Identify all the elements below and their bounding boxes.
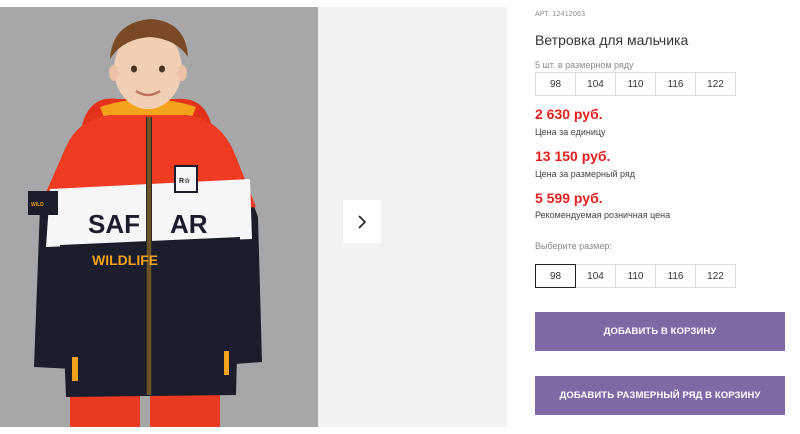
size-picker-label: Выберите размер: [535,241,612,251]
size-option-98[interactable]: 98 [535,264,576,288]
size-option-122[interactable]: 122 [695,264,736,288]
size-range-cell: 116 [655,72,696,96]
add-size-range-to-cart-button[interactable]: ДОБАВИТЬ РАЗМЕРНЫЙ РЯД В КОРЗИНУ [535,376,785,415]
size-range-caption: 5 шт. в размерном ряду [535,60,634,70]
gallery-next-button[interactable] [343,200,381,243]
chevron-right-icon [358,214,367,229]
product-info: АРТ. 12412063 Ветровка для мальчика 5 шт… [535,0,800,434]
product-gallery: SAF AR WILDLIFE R☆ WILD [0,7,507,427]
add-to-cart-button[interactable]: ДОБАВИТЬ В КОРЗИНУ [535,312,785,351]
size-range-cell: 98 [535,72,576,96]
svg-text:WILDLIFE: WILDLIFE [92,252,158,268]
unit-price-label: Цена за единицу [535,127,606,137]
svg-text:SAF: SAF [88,209,140,239]
size-picker: 98 104 110 116 122 [535,264,736,288]
size-option-104[interactable]: 104 [575,264,616,288]
size-option-116[interactable]: 116 [655,264,696,288]
range-price-label: Цена за размерный ряд [535,169,636,179]
product-sku: АРТ. 12412063 [535,11,586,18]
product-photo[interactable]: SAF AR WILDLIFE R☆ WILD [0,7,318,427]
range-price: 13 150 руб. [535,148,611,164]
svg-text:R☆: R☆ [179,177,191,185]
product-photo-illustration: SAF AR WILDLIFE R☆ WILD [0,7,318,427]
retail-price-label: Рекомендуемая розничная цена [535,210,671,220]
size-option-110[interactable]: 110 [615,264,656,288]
product-title: Ветровка для мальчика [535,32,689,48]
size-range-table: 98 104 110 116 122 [535,72,736,96]
svg-text:WILD: WILD [31,202,44,208]
svg-text:AR: AR [170,209,208,239]
retail-price: 5 599 руб. [535,190,603,206]
unit-price: 2 630 руб. [535,106,603,122]
size-range-cell: 110 [615,72,656,96]
size-range-cell: 122 [695,72,736,96]
size-range-cell: 104 [575,72,616,96]
